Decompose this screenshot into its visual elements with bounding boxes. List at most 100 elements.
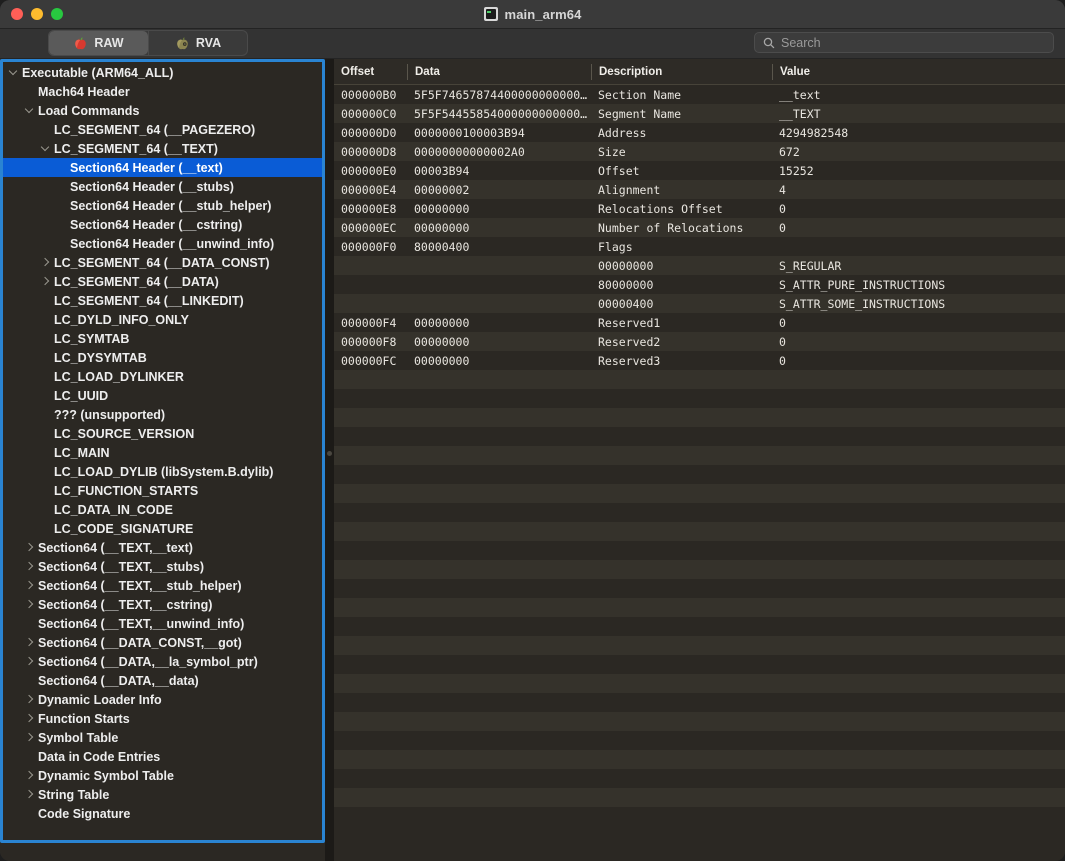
search-input[interactable] [781, 35, 1053, 50]
table-row[interactable]: 000000D0 0000000100003B94 Address 429498254… [334, 123, 1065, 142]
cell-data: 00000000000002A0 [414, 144, 525, 159]
tree-item[interactable]: Section64 (__TEXT,__text) [3, 538, 322, 557]
tree-item-label: LC_DYLD_INFO_ONLY [54, 312, 189, 327]
tree-item[interactable]: LC_DYSYMTAB [3, 348, 322, 367]
table-row[interactable]: 000000E4 00000002 Alignment 4 [334, 180, 1065, 199]
tree-item[interactable]: ??? (unsupported) [3, 405, 322, 424]
tree-item[interactable]: LC_SEGMENT_64 (__DATA_CONST) [3, 253, 322, 272]
chevron-right-icon[interactable] [23, 728, 36, 747]
tree-item[interactable]: LC_SEGMENT_64 (__PAGEZERO) [3, 120, 322, 139]
tree-item[interactable]: Section64 Header (__cstring) [3, 215, 322, 234]
tree-item[interactable]: LC_LOAD_DYLINKER [3, 367, 322, 386]
chevron-right-icon[interactable] [39, 253, 52, 272]
chevron-right-icon[interactable] [23, 557, 36, 576]
tree-item[interactable]: String Table [3, 785, 322, 804]
table-row[interactable]: 000000C0 5F5F54455854000000000000… Segment… [334, 104, 1065, 123]
tree-item[interactable]: Code Signature [3, 804, 322, 823]
tree-item[interactable]: Section64 (__TEXT,__cstring) [3, 595, 322, 614]
tree-item[interactable]: Section64 (__TEXT,__stub_helper) [3, 576, 322, 595]
column-header-description[interactable]: Description [591, 63, 772, 80]
tree-item[interactable]: LC_DYLD_INFO_ONLY [3, 310, 322, 329]
chevron-right-icon[interactable] [23, 766, 36, 785]
tree-item[interactable]: Function Starts [3, 709, 322, 728]
tree-item[interactable]: LC_SEGMENT_64 (__LINKEDIT) [3, 291, 322, 310]
search-field[interactable] [754, 32, 1054, 53]
tree-item-label: LC_UUID [54, 388, 109, 403]
tree-item[interactable]: Dynamic Symbol Table [3, 766, 322, 785]
table-row[interactable]: 00000400 S_ATTR_SOME_INSTRUCTIONS [334, 294, 1065, 313]
close-button[interactable] [11, 8, 23, 20]
table-row[interactable]: 80000000 S_ATTR_PURE_INSTRUCTIONS [334, 275, 1065, 294]
chevron-right-icon[interactable] [23, 633, 36, 652]
tree-item[interactable]: LC_SEGMENT_64 (__DATA) [3, 272, 322, 291]
tree-item[interactable]: Load Commands [3, 101, 322, 120]
cell-description: Size [598, 144, 626, 159]
tree-item-label: LC_MAIN [54, 445, 110, 460]
structure-tree[interactable]: Executable (ARM64_ALL) Mach64 Header Load … [3, 62, 322, 840]
maximize-button[interactable] [51, 8, 63, 20]
tree-item[interactable]: LC_FUNCTION_STARTS [3, 481, 322, 500]
chevron-right-icon[interactable] [23, 690, 36, 709]
tree-item[interactable]: Section64 (__TEXT,__unwind_info) [3, 614, 322, 633]
table-row[interactable]: 000000D8 00000000000002A0 Size 672 [334, 142, 1065, 161]
tree-item[interactable]: Symbol Table [3, 728, 322, 747]
chevron-down-icon[interactable] [23, 101, 36, 120]
tree-item[interactable]: Section64 Header (__unwind_info) [3, 234, 322, 253]
chevron-down-icon[interactable] [7, 63, 20, 82]
tree-item[interactable]: LC_CODE_SIGNATURE [3, 519, 322, 538]
tree-item[interactable]: LC_SEGMENT_64 (__TEXT) [3, 139, 322, 158]
tree-item[interactable]: LC_SOURCE_VERSION [3, 424, 322, 443]
table-empty-row [334, 503, 1065, 522]
table-row[interactable]: 000000F0 80000400 Flags [334, 237, 1065, 256]
tree-item[interactable]: LC_SYMTAB [3, 329, 322, 348]
tree-item[interactable]: Section64 (__DATA,__data) [3, 671, 322, 690]
tree-item[interactable]: Mach64 Header [3, 82, 322, 101]
tree-item[interactable]: Dynamic Loader Info [3, 690, 322, 709]
tree-item-label: LC_DATA_IN_CODE [54, 502, 173, 517]
chevron-right-icon[interactable] [23, 595, 36, 614]
table-row[interactable]: 000000EC 00000000 Number of Relocations 0 [334, 218, 1065, 237]
tree-item[interactable]: Section64 Header (__stub_helper) [3, 196, 322, 215]
chevron-right-icon[interactable] [23, 785, 36, 804]
tree-item[interactable]: Section64 (__DATA_CONST,__got) [3, 633, 322, 652]
cell-value: 0 [779, 353, 786, 368]
pane-splitter[interactable] [325, 59, 334, 861]
splitter-grip[interactable] [327, 451, 332, 456]
chevron-right-icon[interactable] [23, 652, 36, 671]
tree-item[interactable]: LC_LOAD_DYLIB (libSystem.B.dylib) [3, 462, 322, 481]
structure-sidebar: Executable (ARM64_ALL) Mach64 Header Load … [0, 59, 325, 843]
column-header-data[interactable]: Data [407, 63, 591, 80]
tree-item[interactable]: Section64 (__TEXT,__stubs) [3, 557, 322, 576]
cell-data: 0000000100003B94 [414, 125, 525, 140]
table-row[interactable]: 000000E8 00000000 Relocations Offset 0 [334, 199, 1065, 218]
tree-item-label: Symbol Table [38, 730, 119, 745]
tree-item-label: Section64 (__TEXT,__unwind_info) [38, 616, 245, 631]
chevron-right-icon[interactable] [39, 272, 52, 291]
tab-raw[interactable]: RAW [49, 31, 148, 55]
tree-item[interactable]: LC_UUID [3, 386, 322, 405]
minimize-button[interactable] [31, 8, 43, 20]
tree-item[interactable]: Section64 Header (__text) [3, 158, 322, 177]
table-row[interactable]: 000000E0 00003B94 Offset 15252 [334, 161, 1065, 180]
cell-value: 15252 [779, 163, 814, 178]
chevron-down-icon[interactable] [39, 139, 52, 158]
tree-item[interactable]: Section64 Header (__stubs) [3, 177, 322, 196]
table-row[interactable]: 000000F4 00000000 Reserved1 0 [334, 313, 1065, 332]
table-row[interactable]: 000000B0 5F5F74657874400000000000… Section… [334, 85, 1065, 104]
chevron-right-icon[interactable] [23, 538, 36, 557]
traffic-lights [0, 8, 63, 20]
table-row[interactable]: 00000000 S_REGULAR [334, 256, 1065, 275]
chevron-right-icon[interactable] [23, 709, 36, 728]
tree-item[interactable]: Data in Code Entries [3, 747, 322, 766]
chevron-right-icon[interactable] [23, 576, 36, 595]
column-header-offset[interactable]: Offset [334, 64, 407, 80]
tree-item[interactable]: LC_DATA_IN_CODE [3, 500, 322, 519]
table-row[interactable]: 000000F8 00000000 Reserved2 0 [334, 332, 1065, 351]
tree-item[interactable]: LC_MAIN [3, 443, 322, 462]
tree-item[interactable]: Executable (ARM64_ALL) [3, 63, 322, 82]
table-row[interactable]: 000000FC 00000000 Reserved3 0 [334, 351, 1065, 370]
tab-rva[interactable]: RVA [148, 31, 247, 55]
tree-item[interactable]: Section64 (__DATA,__la_symbol_ptr) [3, 652, 322, 671]
column-header-value[interactable]: Value [772, 63, 1065, 80]
